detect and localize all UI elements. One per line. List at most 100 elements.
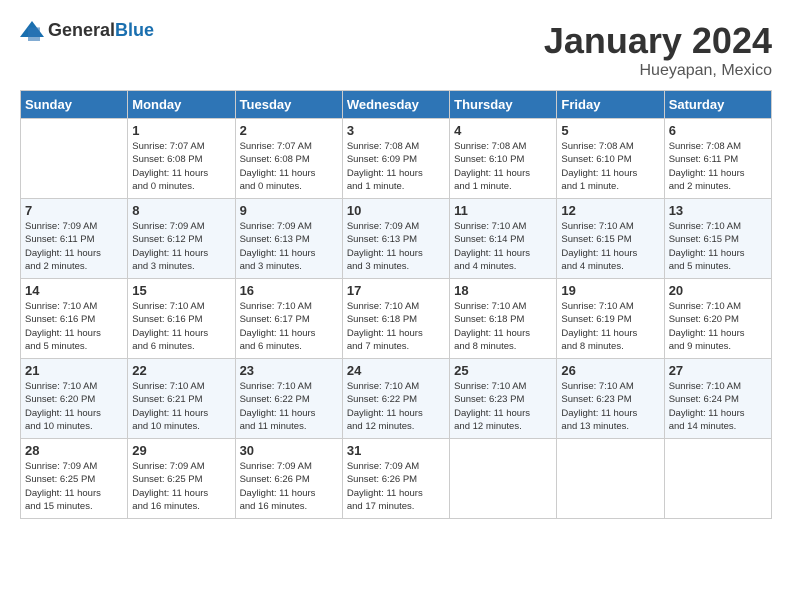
day-info: Sunrise: 7:08 AM Sunset: 6:11 PM Dayligh… (669, 140, 767, 193)
day-header-tuesday: Tuesday (235, 91, 342, 119)
day-number: 31 (347, 443, 445, 458)
day-number: 28 (25, 443, 123, 458)
calendar-cell: 22 Sunrise: 7:10 AM Sunset: 6:21 PM Dayli… (128, 359, 235, 439)
day-info: Sunrise: 7:10 AM Sunset: 6:22 PM Dayligh… (240, 380, 338, 433)
calendar-cell: 5Sunrise: 7:08 AM Sunset: 6:10 PM Daylig… (557, 119, 664, 199)
day-number: 9 (240, 203, 338, 218)
day-info: Sunrise: 7:10 AM Sunset: 6:15 PM Dayligh… (561, 220, 659, 273)
title-block: January 2024 Hueyapan, Mexico (544, 20, 772, 80)
calendar-cell: 27 Sunrise: 7:10 AM Sunset: 6:24 PM Dayli… (664, 359, 771, 439)
day-info: Sunrise: 7:09 AM Sunset: 6:13 PM Dayligh… (347, 220, 445, 273)
calendar-cell: 19 Sunrise: 7:10 AM Sunset: 6:19 PM Dayli… (557, 279, 664, 359)
day-info: Sunrise: 7:10 AM Sunset: 6:23 PM Dayligh… (454, 380, 552, 433)
calendar-cell: 21Sunrise: 7:10 AM Sunset: 6:20 PM Dayli… (21, 359, 128, 439)
calendar-cell: 16Sunrise: 7:10 AM Sunset: 6:17 PM Dayli… (235, 279, 342, 359)
day-number: 18 (454, 283, 552, 298)
calendar-cell: 14Sunrise: 7:10 AM Sunset: 6:16 PM Dayli… (21, 279, 128, 359)
calendar-cell: 10 Sunrise: 7:09 AM Sunset: 6:13 PM Dayli… (342, 199, 449, 279)
calendar-cell: 30 Sunrise: 7:09 AM Sunset: 6:26 PM Dayli… (235, 439, 342, 519)
calendar-week-2: 7 Sunrise: 7:09 AM Sunset: 6:11 PM Daylig… (21, 199, 772, 279)
day-info: Sunrise: 7:09 AM Sunset: 6:25 PM Dayligh… (132, 460, 230, 513)
day-number: 22 (132, 363, 230, 378)
day-number: 1 (132, 123, 230, 138)
day-info: Sunrise: 7:09 AM Sunset: 6:12 PM Dayligh… (132, 220, 230, 273)
day-info: Sunrise: 7:09 AM Sunset: 6:13 PM Dayligh… (240, 220, 338, 273)
day-header-monday: Monday (128, 91, 235, 119)
calendar-cell: 9 Sunrise: 7:09 AM Sunset: 6:13 PM Daylig… (235, 199, 342, 279)
day-number: 2 (240, 123, 338, 138)
calendar-cell: 8Sunrise: 7:09 AM Sunset: 6:12 PM Daylig… (128, 199, 235, 279)
calendar-cell: 17Sunrise: 7:10 AM Sunset: 6:18 PM Dayli… (342, 279, 449, 359)
day-info: Sunrise: 7:09 AM Sunset: 6:26 PM Dayligh… (240, 460, 338, 513)
calendar-week-5: 28 Sunrise: 7:09 AM Sunset: 6:25 PM Dayli… (21, 439, 772, 519)
calendar-cell: 31 Sunrise: 7:09 AM Sunset: 6:26 PM Dayli… (342, 439, 449, 519)
logo-general: General (48, 20, 115, 40)
month-title: January 2024 (544, 20, 772, 62)
day-number: 7 (25, 203, 123, 218)
day-info: Sunrise: 7:07 AM Sunset: 6:08 PM Dayligh… (132, 140, 230, 193)
day-info: Sunrise: 7:10 AM Sunset: 6:16 PM Dayligh… (132, 300, 230, 353)
day-header-friday: Friday (557, 91, 664, 119)
day-info: Sunrise: 7:10 AM Sunset: 6:19 PM Dayligh… (561, 300, 659, 353)
day-number: 24 (347, 363, 445, 378)
calendar-week-1: 1 Sunrise: 7:07 AM Sunset: 6:08 PM Daylig… (21, 119, 772, 199)
day-number: 15 (132, 283, 230, 298)
day-number: 26 (561, 363, 659, 378)
day-info: Sunrise: 7:09 AM Sunset: 6:26 PM Dayligh… (347, 460, 445, 513)
day-number: 20 (669, 283, 767, 298)
calendar-cell: 2 Sunrise: 7:07 AM Sunset: 6:08 PM Daylig… (235, 119, 342, 199)
day-info: Sunrise: 7:10 AM Sunset: 6:20 PM Dayligh… (25, 380, 123, 433)
logo: GeneralBlue (20, 20, 154, 41)
day-header-wednesday: Wednesday (342, 91, 449, 119)
logo-icon (20, 21, 44, 41)
day-info: Sunrise: 7:10 AM Sunset: 6:18 PM Dayligh… (454, 300, 552, 353)
day-number: 17 (347, 283, 445, 298)
day-info: Sunrise: 7:10 AM Sunset: 6:14 PM Dayligh… (454, 220, 552, 273)
calendar-cell: 11Sunrise: 7:10 AM Sunset: 6:14 PM Dayli… (450, 199, 557, 279)
day-number: 25 (454, 363, 552, 378)
calendar-cell: 20 Sunrise: 7:10 AM Sunset: 6:20 PM Dayli… (664, 279, 771, 359)
calendar-header-row: SundayMondayTuesdayWednesdayThursdayFrid… (21, 91, 772, 119)
calendar-cell (664, 439, 771, 519)
calendar-cell: 4Sunrise: 7:08 AM Sunset: 6:10 PM Daylig… (450, 119, 557, 199)
calendar-cell: 6Sunrise: 7:08 AM Sunset: 6:11 PM Daylig… (664, 119, 771, 199)
calendar-cell: 24 Sunrise: 7:10 AM Sunset: 6:22 PM Dayli… (342, 359, 449, 439)
calendar-cell: 18 Sunrise: 7:10 AM Sunset: 6:18 PM Dayli… (450, 279, 557, 359)
calendar-cell: 13 Sunrise: 7:10 AM Sunset: 6:15 PM Dayli… (664, 199, 771, 279)
day-number: 13 (669, 203, 767, 218)
day-header-sunday: Sunday (21, 91, 128, 119)
page-header: GeneralBlue January 2024 Hueyapan, Mexic… (20, 20, 772, 80)
calendar-cell: 7 Sunrise: 7:09 AM Sunset: 6:11 PM Daylig… (21, 199, 128, 279)
day-number: 5 (561, 123, 659, 138)
day-number: 30 (240, 443, 338, 458)
calendar-week-4: 21Sunrise: 7:10 AM Sunset: 6:20 PM Dayli… (21, 359, 772, 439)
day-info: Sunrise: 7:07 AM Sunset: 6:08 PM Dayligh… (240, 140, 338, 193)
day-info: Sunrise: 7:10 AM Sunset: 6:20 PM Dayligh… (669, 300, 767, 353)
calendar-cell: 26Sunrise: 7:10 AM Sunset: 6:23 PM Dayli… (557, 359, 664, 439)
calendar-cell (450, 439, 557, 519)
day-number: 16 (240, 283, 338, 298)
day-number: 4 (454, 123, 552, 138)
day-number: 29 (132, 443, 230, 458)
calendar-table: SundayMondayTuesdayWednesdayThursdayFrid… (20, 90, 772, 519)
calendar-cell: 3 Sunrise: 7:08 AM Sunset: 6:09 PM Daylig… (342, 119, 449, 199)
day-number: 27 (669, 363, 767, 378)
day-info: Sunrise: 7:08 AM Sunset: 6:09 PM Dayligh… (347, 140, 445, 193)
day-info: Sunrise: 7:09 AM Sunset: 6:25 PM Dayligh… (25, 460, 123, 513)
day-number: 19 (561, 283, 659, 298)
day-info: Sunrise: 7:10 AM Sunset: 6:15 PM Dayligh… (669, 220, 767, 273)
day-info: Sunrise: 7:10 AM Sunset: 6:24 PM Dayligh… (669, 380, 767, 433)
location: Hueyapan, Mexico (544, 62, 772, 80)
day-info: Sunrise: 7:10 AM Sunset: 6:22 PM Dayligh… (347, 380, 445, 433)
day-number: 23 (240, 363, 338, 378)
logo-blue: Blue (115, 20, 154, 40)
day-number: 12 (561, 203, 659, 218)
calendar-cell (557, 439, 664, 519)
day-number: 10 (347, 203, 445, 218)
day-info: Sunrise: 7:09 AM Sunset: 6:11 PM Dayligh… (25, 220, 123, 273)
day-number: 14 (25, 283, 123, 298)
day-header-thursday: Thursday (450, 91, 557, 119)
calendar-cell: 29 Sunrise: 7:09 AM Sunset: 6:25 PM Dayli… (128, 439, 235, 519)
day-number: 3 (347, 123, 445, 138)
day-info: Sunrise: 7:10 AM Sunset: 6:21 PM Dayligh… (132, 380, 230, 433)
